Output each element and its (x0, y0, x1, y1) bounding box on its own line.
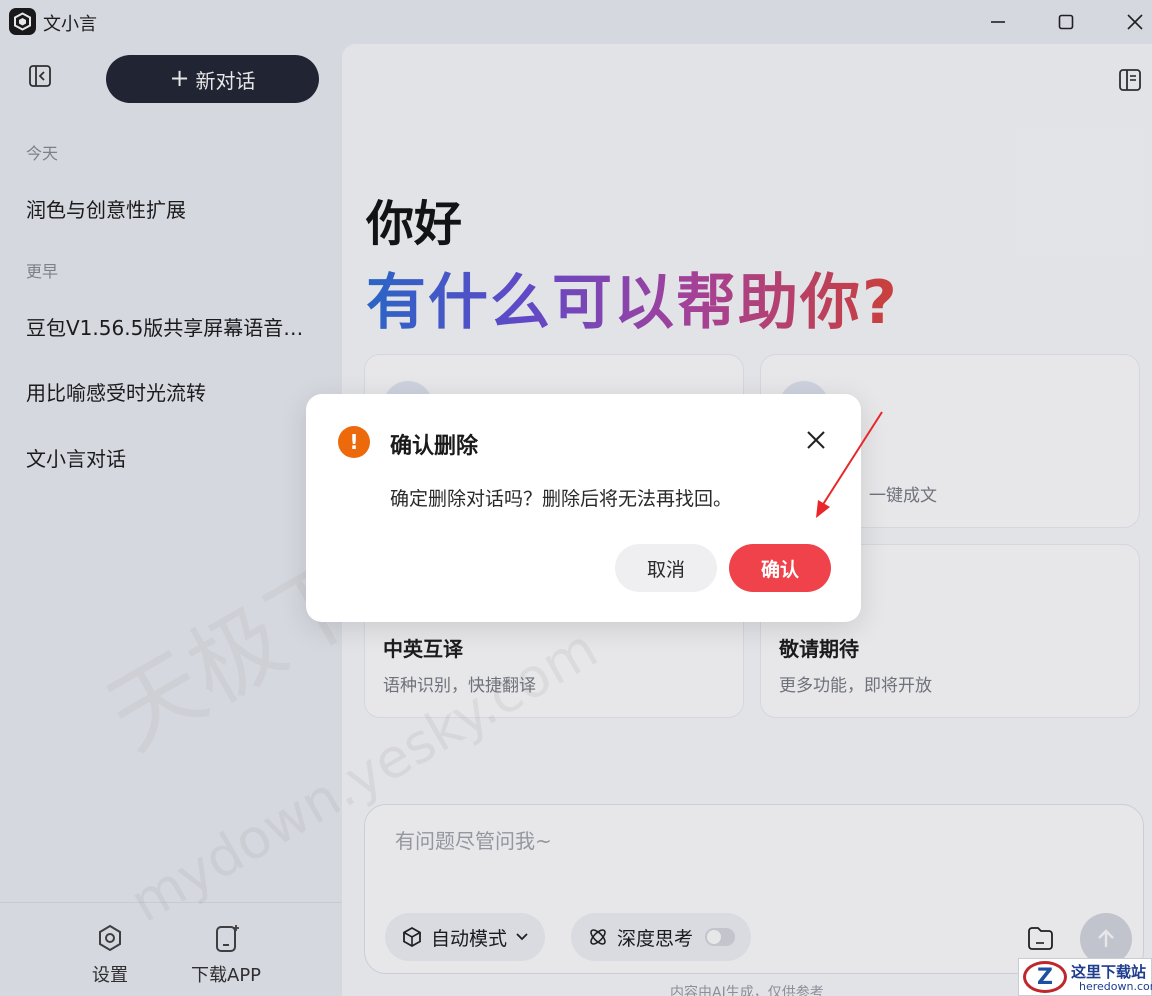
site-logo-url: heredown.com (1079, 980, 1152, 993)
site-logo-text: 这里下载站 (1071, 963, 1147, 981)
warning-icon: ! (338, 426, 370, 458)
dialog-message: 确定删除对话吗？删除后将无法再找回。 (390, 488, 733, 510)
dialog-close-button[interactable] (804, 428, 828, 452)
cancel-button[interactable]: 取消 (615, 544, 717, 592)
site-logo: Z 这里下载站 heredown.com (1018, 958, 1152, 996)
confirm-button[interactable]: 确认 (729, 544, 831, 592)
confirm-delete-dialog: ! 确认删除 确定删除对话吗？删除后将无法再找回。 取消 确认 (306, 394, 861, 622)
site-logo-badge: Z (1023, 961, 1067, 993)
dialog-title: 确认删除 (390, 434, 479, 459)
close-icon (807, 431, 825, 449)
